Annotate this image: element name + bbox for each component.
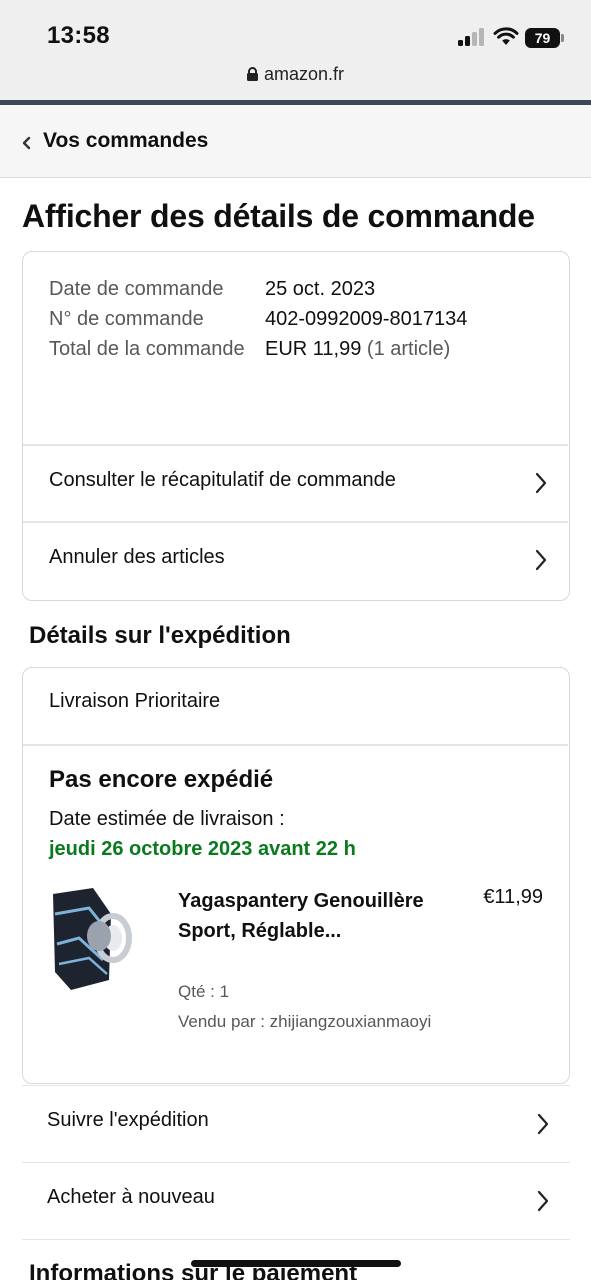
product-quantity: Qté : 1 bbox=[178, 982, 230, 1001]
eta-date: jeudi 26 octobre 2023 avant 22 h bbox=[49, 838, 356, 860]
back-to-orders[interactable]: Vos commandes bbox=[0, 105, 591, 178]
divider bbox=[23, 744, 568, 746]
knee-brace-image[interactable] bbox=[49, 884, 137, 992]
shipping-section-title: Détails sur l'expédition bbox=[29, 622, 291, 649]
order-number-value: 402-0992009-8017134 bbox=[265, 308, 468, 330]
order-summary-card: Date de commande 25 oct. 2023 N° de comm… bbox=[22, 251, 570, 601]
order-item-count: (1 article) bbox=[366, 338, 451, 360]
product-title-link[interactable]: Yagaspantery Genouillère Sport, Réglable… bbox=[178, 886, 438, 946]
order-total-value: EUR 11,99 bbox=[265, 338, 362, 360]
track-shipment-label: Suivre l'expédition bbox=[47, 1109, 209, 1131]
chevron-right-icon bbox=[537, 1113, 549, 1135]
chevron-right-icon bbox=[535, 549, 547, 571]
order-info: Date de commande 25 oct. 2023 N° de comm… bbox=[49, 274, 549, 364]
page-title: Afficher des détails de commande bbox=[22, 198, 535, 234]
home-indicator[interactable] bbox=[191, 1260, 401, 1267]
chevron-left-icon bbox=[22, 136, 31, 150]
order-date-label: Date de commande bbox=[49, 278, 224, 300]
battery-level: 79 bbox=[525, 28, 560, 48]
view-order-summary-link[interactable]: Consulter le récapitulatif de commande bbox=[23, 445, 568, 521]
back-nav-label: Vos commandes bbox=[43, 129, 209, 152]
url-text: amazon.fr bbox=[263, 64, 345, 84]
cancel-items-link[interactable]: Annuler des articles bbox=[23, 522, 568, 598]
shipment-status: Pas encore expédié bbox=[49, 766, 274, 793]
wifi-icon bbox=[493, 27, 519, 45]
shipment-card: Livraison Prioritaire Pas encore expédié… bbox=[22, 667, 570, 1084]
shipping-method: Livraison Prioritaire bbox=[49, 690, 221, 712]
cellular-signal-icon bbox=[458, 28, 486, 46]
buy-again-label: Acheter à nouveau bbox=[47, 1186, 215, 1208]
order-date-value: 25 oct. 2023 bbox=[265, 278, 376, 300]
product-seller: Vendu par : zhijiangzouxianmaoyi bbox=[178, 1012, 432, 1031]
order-total-label: Total de la commande bbox=[49, 338, 245, 360]
chevron-right-icon bbox=[537, 1190, 549, 1212]
product-price: €11,99 bbox=[483, 886, 543, 908]
browser-top-bar: 13:58 79 amazon.fr bbox=[0, 0, 591, 100]
eta-label: Date estimée de livraison : bbox=[49, 808, 285, 830]
url-bar[interactable]: amazon.fr bbox=[0, 64, 591, 85]
battery-icon: 79 bbox=[525, 28, 565, 48]
status-time: 13:58 bbox=[47, 22, 110, 49]
buy-again-link[interactable]: Acheter à nouveau bbox=[22, 1162, 570, 1239]
order-number-label: N° de commande bbox=[49, 308, 204, 330]
lock-icon bbox=[246, 67, 258, 81]
view-order-summary-label: Consulter le récapitulatif de commande bbox=[49, 469, 396, 491]
chevron-right-icon bbox=[535, 472, 547, 494]
cancel-items-label: Annuler des articles bbox=[49, 546, 225, 568]
track-shipment-link[interactable]: Suivre l'expédition bbox=[22, 1085, 570, 1162]
